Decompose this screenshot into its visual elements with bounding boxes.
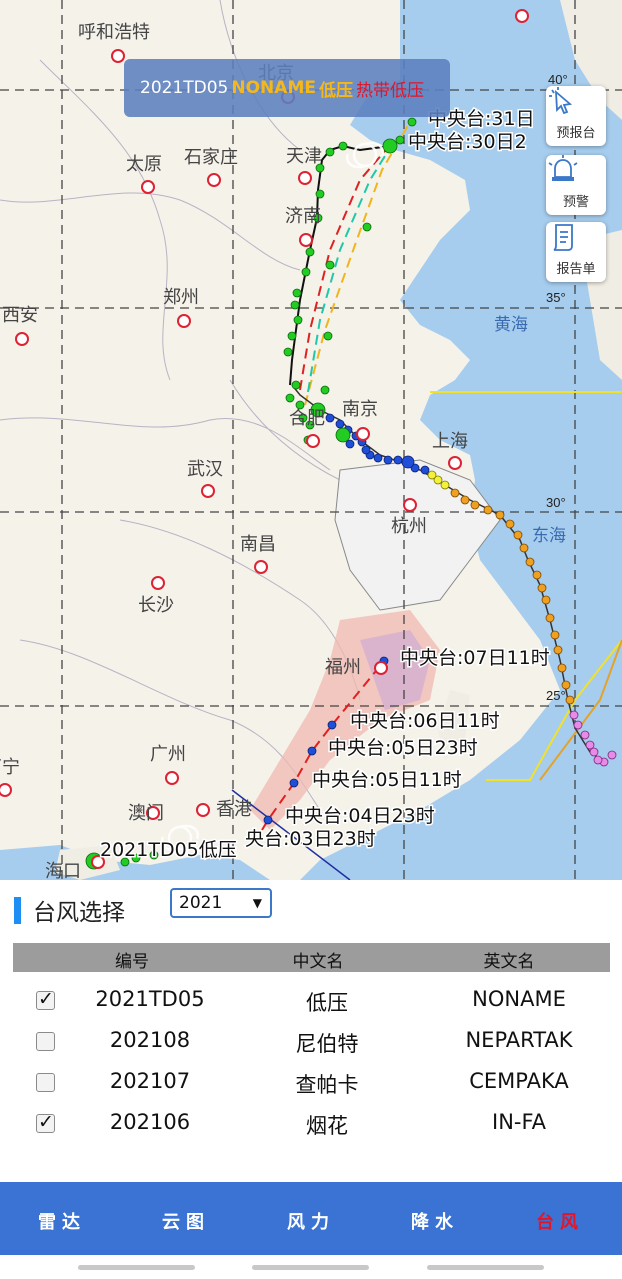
typhoon-cn-name: 尼伯特 — [295, 1032, 359, 1056]
lat-label: 25° — [546, 688, 566, 703]
city-label: 福州 — [325, 657, 361, 678]
scroll-report-icon — [553, 224, 573, 251]
table-row[interactable]: 202106 烟花 IN-FA — [0, 1104, 622, 1144]
city-label: 海口 — [45, 861, 81, 880]
city-label: 武汉 — [187, 459, 223, 480]
city-label: 长沙 — [138, 595, 174, 616]
city-label: 南京 — [342, 399, 378, 420]
typhoon-title-banner: 2021TD05 NONAME 低压 热带低压 — [124, 59, 450, 117]
lat-label: 30° — [546, 495, 566, 510]
warning-button[interactable]: 预警 — [546, 155, 606, 215]
gesture-pill — [427, 1265, 544, 1270]
city-label: 郑州 — [163, 287, 199, 308]
city-label: 南昌 — [240, 534, 276, 555]
typhoon-en-name: IN-FA — [492, 1110, 546, 1134]
year-select[interactable]: 2021 ▼ — [170, 888, 272, 918]
nav-wind[interactable]: 风力 — [287, 1208, 335, 1234]
forecast-label: 中央台:06日11时 — [350, 710, 500, 732]
banner-code: 2021TD05 — [140, 78, 229, 98]
city-label: 天津 — [286, 146, 322, 167]
nav-precip[interactable]: 降水 — [411, 1208, 459, 1234]
alarm-bell-icon — [548, 155, 578, 181]
typhoon-id: 202107 — [109, 1069, 191, 1093]
typhoon-id: 202106 — [109, 1110, 191, 1134]
panel-title: 台风选择 — [33, 900, 125, 926]
report-label: 报告单 — [556, 262, 596, 277]
city-label: 合肥 — [289, 408, 325, 429]
city-label: 太原 — [126, 154, 162, 175]
gesture-pill — [252, 1265, 369, 1270]
row-checkbox[interactable] — [36, 1032, 55, 1051]
row-checkbox[interactable] — [36, 1111, 55, 1133]
row-checkbox[interactable] — [36, 1073, 55, 1092]
panel-header: 台风选择 — [14, 890, 125, 930]
typhoon-map[interactable]: 40° 35° 30° 25° 呼和浩特 北京 太原 石家庄 天津 济南 西安 … — [0, 0, 622, 880]
banner-name-en: NONAME — [231, 78, 316, 98]
table-row[interactable]: 2021TD05 低压 NONAME — [0, 981, 622, 1021]
lat-label: 35° — [546, 290, 566, 305]
city-label: 杭州 — [391, 516, 427, 537]
row-checkbox[interactable] — [36, 988, 55, 1010]
map-canvas[interactable]: 40° 35° 30° 25° 呼和浩特 北京 太原 石家庄 天津 济南 西安 … — [0, 0, 622, 880]
typhoon-cn-name: 低压 — [306, 991, 348, 1015]
forecast-label: 中央台:05日23时 — [328, 737, 478, 759]
table-header: 编号 中文名 英文名 — [13, 943, 610, 972]
bottom-nav: 雷达 云图 风力 降水 台风 — [0, 1182, 622, 1255]
column-header: 英文名 — [483, 952, 535, 972]
nav-typhoon[interactable]: 台风 — [536, 1208, 584, 1234]
typhoon-id: 202108 — [109, 1028, 191, 1052]
cursor-click-icon — [549, 87, 573, 115]
forecast-label: 中央台:05日11时 — [312, 769, 462, 791]
year-value: 2021 — [179, 893, 223, 913]
gesture-pill — [78, 1265, 195, 1270]
system-gesture-bar — [0, 1255, 622, 1279]
city-label: 西安 — [2, 305, 38, 326]
typhoon-id: 2021TD05 — [95, 987, 205, 1011]
nav-radar[interactable]: 雷达 — [38, 1208, 86, 1234]
city-label: 呼和浩特 — [78, 22, 150, 43]
column-header: 中文名 — [292, 952, 344, 972]
banner-name-cn: 低压 — [318, 80, 353, 101]
sea-label: 东海 — [532, 526, 566, 546]
city-label: 济南 — [285, 206, 321, 227]
forecast-agency-label: 预报台 — [556, 126, 596, 141]
column-header: 编号 — [115, 952, 149, 972]
header-accent-bar — [14, 896, 21, 924]
forecast-label: 中央台:07日11时 — [400, 647, 550, 669]
table-row[interactable]: 202107 查帕卡 CEMPAKA — [0, 1063, 622, 1103]
city-label: 广州 — [150, 744, 186, 765]
typhoon-cn-name: 烟花 — [306, 1114, 348, 1138]
typhoon-en-name: CEMPAKA — [469, 1069, 569, 1093]
forecast-label: 中央台:30日2 — [408, 131, 527, 153]
city-label: 上海 — [432, 431, 468, 452]
forecast-label: 央台:03日23时 — [245, 828, 376, 850]
typhoon-cn-name: 查帕卡 — [295, 1073, 359, 1097]
typhoon-en-name: NEPARTAK — [465, 1028, 573, 1052]
warning-label: 预警 — [562, 195, 589, 210]
chevron-down-icon: ▼ — [252, 896, 262, 910]
storm-label: 2021TD05低压 — [100, 839, 237, 861]
table-row[interactable]: 202108 尼伯特 NEPARTAK — [0, 1022, 622, 1062]
forecast-label: 中央台:04日23时 — [285, 805, 435, 827]
typhoon-select-panel: 台风选择 2021 ▼ 编号 中文名 英文名 2021TD05 低压 NONAM… — [0, 880, 622, 1182]
banner-level: 热带低压 — [355, 80, 424, 101]
city-label: 南宁 — [0, 757, 20, 778]
city-label: 澳门 — [128, 803, 164, 824]
sea-label: 黄海 — [494, 315, 528, 335]
city-label: 石家庄 — [184, 147, 238, 168]
nav-cloud[interactable]: 云图 — [162, 1208, 210, 1234]
report-button[interactable]: 报告单 — [546, 222, 606, 282]
lat-label: 40° — [548, 72, 568, 87]
typhoon-en-name: NONAME — [472, 987, 566, 1011]
city-label: 香港 — [216, 799, 252, 820]
forecast-agency-button[interactable]: 预报台 — [546, 86, 606, 146]
